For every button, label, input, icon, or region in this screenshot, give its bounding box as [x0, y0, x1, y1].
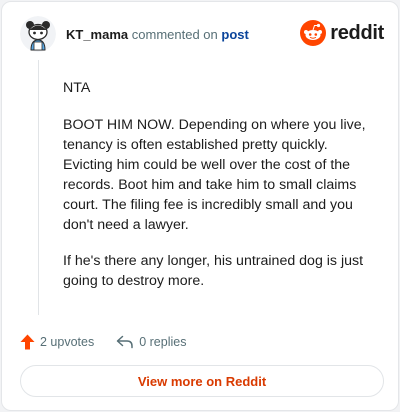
- post-link[interactable]: post: [221, 27, 248, 42]
- reddit-logo[interactable]: reddit: [300, 20, 384, 46]
- snoo-avatar-icon: [20, 16, 56, 52]
- upvote-button[interactable]: 2 upvotes: [20, 334, 94, 350]
- username[interactable]: KT_mama: [66, 27, 128, 42]
- comment-body: NTA BOOT HIM NOW. Depending on where you…: [63, 78, 368, 307]
- comment-paragraph: If he's there any longer, his untrained …: [63, 253, 364, 289]
- comment-embed-card: KT_mama commented on post reddit NTA BOO…: [1, 1, 399, 411]
- comment-actions: 2 upvotes 0 replies: [20, 332, 186, 352]
- thread-line: [38, 60, 39, 315]
- commented-on-text: commented on: [131, 27, 218, 42]
- user-avatar[interactable]: [20, 16, 56, 52]
- replies-button[interactable]: 0 replies: [116, 335, 186, 349]
- comment-meta: KT_mama commented on post: [66, 27, 249, 43]
- reddit-wordmark: reddit: [330, 22, 384, 44]
- upvote-count: 2 upvotes: [40, 335, 95, 349]
- upvote-arrow-icon: [20, 334, 35, 350]
- view-more-button[interactable]: View more on Reddit: [20, 365, 384, 397]
- comment-paragraph: BOOT HIM NOW. Depending on where you liv…: [63, 117, 366, 233]
- reddit-snoo-icon: [300, 20, 327, 46]
- reply-count: 0 replies: [139, 335, 187, 349]
- reply-arrow-icon: [116, 335, 133, 349]
- comment-header: KT_mama commented on post reddit: [20, 16, 384, 52]
- comment-paragraph: NTA: [63, 80, 91, 96]
